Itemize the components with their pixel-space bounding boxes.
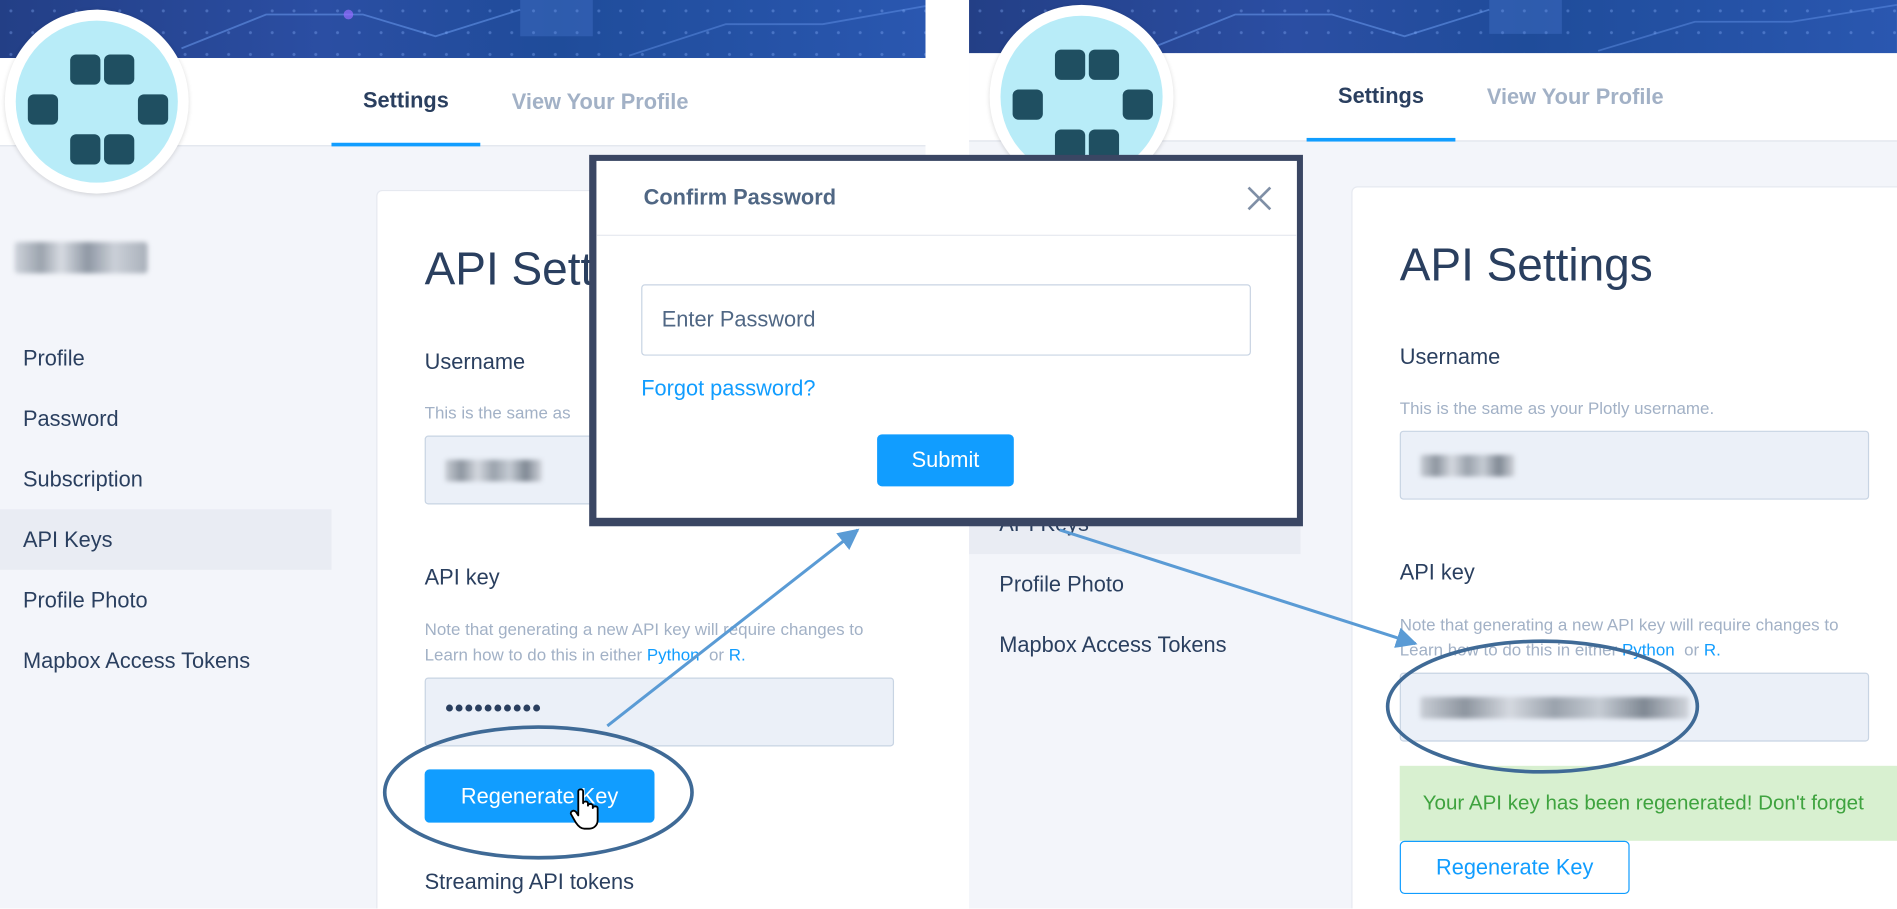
page-title: API Setti: [424, 244, 604, 296]
regenerate-key-button[interactable]: Regenerate Key: [424, 769, 655, 823]
password-input[interactable]: [641, 284, 1251, 356]
username-blurred: [14, 241, 148, 274]
apikey-field: ••••••••••: [424, 677, 895, 747]
username-field: [1399, 430, 1870, 500]
python-link[interactable]: Python: [1622, 640, 1675, 659]
avatar-logo-icon: [15, 20, 178, 183]
sidebar-item-profile-photo[interactable]: Profile Photo: [969, 554, 1300, 614]
modal-header: Confirm Password: [596, 161, 1297, 236]
api-settings-card: API Settings Username This is the same a…: [1352, 187, 1897, 909]
username-note: This is the same as: [424, 402, 571, 423]
apikey-label: API key: [424, 564, 500, 590]
python-link[interactable]: Python: [647, 645, 700, 664]
tab-bar: Settings View Your Profile: [1306, 53, 1695, 142]
username-note: This is the same as your Plotly username…: [1399, 398, 1715, 418]
apikey-label: API key: [1399, 560, 1475, 585]
tab-view-profile[interactable]: View Your Profile: [1455, 53, 1695, 141]
page-title: API Settings: [1399, 240, 1653, 292]
sidebar-item-mapbox-tokens[interactable]: Mapbox Access Tokens: [0, 630, 331, 690]
r-link[interactable]: R.: [729, 645, 746, 664]
sidebar-item-subscription[interactable]: Subscription: [0, 449, 331, 509]
apikey-note: Note that generating a new API key will …: [424, 619, 864, 665]
sidebar-item-profile-photo[interactable]: Profile Photo: [0, 570, 331, 630]
success-alert: Your API key has been regenerated! Don't…: [1399, 765, 1897, 841]
r-link[interactable]: R.: [1704, 640, 1721, 659]
username-label: Username: [424, 349, 526, 374]
tab-bar: Settings View Your Profile: [331, 58, 720, 147]
sidebar-item-api-keys[interactable]: API Keys: [0, 509, 332, 570]
close-icon[interactable]: [1244, 183, 1275, 214]
sidebar-item-mapbox-tokens[interactable]: Mapbox Access Tokens: [969, 615, 1300, 675]
apikey-note: Note that generating a new API key will …: [1399, 614, 1839, 660]
sidebar-item-password[interactable]: Password: [0, 388, 331, 448]
sidebar: Profile Password Subscription API Keys P…: [0, 230, 332, 691]
tab-settings[interactable]: Settings: [1306, 53, 1456, 142]
streaming-tokens-label: Streaming API tokens: [424, 869, 635, 895]
apikey-field: [1399, 672, 1870, 742]
regenerate-key-button[interactable]: Regenerate Key: [1399, 840, 1630, 895]
forgot-password-link[interactable]: Forgot password?: [641, 376, 815, 401]
confirm-password-modal: Confirm Password Forgot password? Submit: [596, 160, 1297, 518]
tab-view-profile[interactable]: View Your Profile: [480, 58, 720, 146]
modal-title: Confirm Password: [643, 185, 837, 210]
username-label: Username: [1399, 344, 1501, 369]
submit-button[interactable]: Submit: [877, 434, 1014, 487]
tab-settings[interactable]: Settings: [331, 58, 481, 147]
sidebar-item-profile[interactable]: Profile: [0, 328, 331, 388]
avatar-logo-icon: [1000, 15, 1163, 178]
avatar[interactable]: [4, 9, 189, 194]
